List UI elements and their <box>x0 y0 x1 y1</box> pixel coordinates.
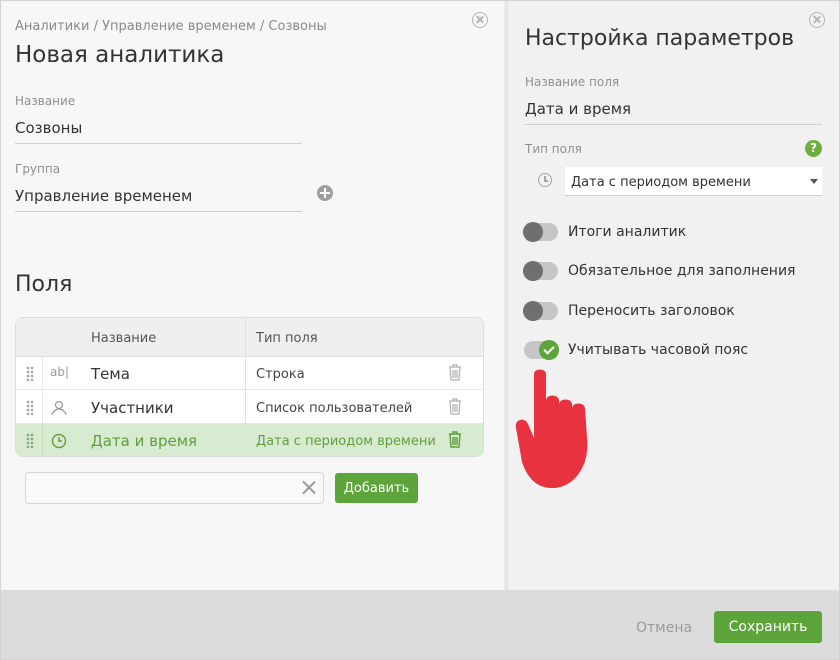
drag-handle-icon[interactable] <box>26 400 34 415</box>
drag-handle-icon[interactable] <box>26 433 34 448</box>
table-row-selected[interactable]: Дата и время Дата с периодом времени <box>16 424 483 456</box>
chevron-down-icon <box>810 179 818 184</box>
row-type: Строка <box>256 367 305 382</box>
toggle-label-required: Обязательное для заполнения <box>568 263 796 279</box>
new-field-input[interactable] <box>25 472 324 504</box>
group-field[interactable]: Управление временем <box>15 187 302 212</box>
field-type-select[interactable]: Дата с периодом времени <box>565 167 822 196</box>
help-icon[interactable]: ? <box>805 140 822 157</box>
clock-icon <box>538 173 552 187</box>
row-divider <box>42 424 43 456</box>
row-type: Список пользователей <box>256 401 413 416</box>
toggle-required[interactable] <box>523 261 558 281</box>
row-divider <box>42 357 43 390</box>
user-icon <box>51 400 67 416</box>
toggle-label-timezone: Учитывать часовой пояс <box>568 342 749 358</box>
toggle-wrap-header[interactable] <box>523 301 558 321</box>
trash-icon[interactable] <box>448 431 462 448</box>
settings-title: Настройка параметров <box>525 26 795 51</box>
save-button[interactable]: Сохранить <box>714 611 822 643</box>
cancel-button[interactable]: Отмена <box>636 620 692 636</box>
name-field[interactable]: Созвоны <box>15 119 302 144</box>
close-right-icon[interactable] <box>809 12 825 28</box>
clear-input-icon[interactable] <box>302 480 316 494</box>
row-divider <box>42 391 43 424</box>
toggle-timezone[interactable] <box>524 340 559 360</box>
trash-icon[interactable] <box>448 364 462 381</box>
settings-panel <box>508 1 839 590</box>
table-header: Название Тип поля <box>16 318 483 357</box>
fields-title: Поля <box>15 272 73 297</box>
row-name: Дата и время <box>91 432 198 450</box>
toggle-analytics-totals[interactable] <box>523 222 558 242</box>
column-header-type: Тип поля <box>256 331 318 346</box>
add-field-button[interactable]: Добавить <box>335 473 418 503</box>
breadcrumb[interactable]: Аналитики / Управление временем / Созвон… <box>15 19 327 34</box>
toggle-label-wrap: Переносить заголовок <box>568 303 735 319</box>
field-type-selected: Дата с периодом времени <box>571 175 751 190</box>
clock-icon <box>51 433 67 449</box>
table-row[interactable]: Участники Список пользователей <box>16 391 483 424</box>
row-name: Участники <box>91 399 174 417</box>
text-ab-icon: ab| <box>50 365 70 379</box>
toggle-label-totals: Итоги аналитик <box>568 224 687 240</box>
row-name: Тема <box>91 365 130 383</box>
close-left-icon[interactable] <box>472 12 488 28</box>
pointing-hand-icon <box>515 369 588 488</box>
field-type-label: Тип поля <box>525 142 582 156</box>
field-name-input[interactable]: Дата и время <box>525 100 822 125</box>
row-type: Дата с периодом времени <box>256 434 436 449</box>
column-divider <box>245 318 246 456</box>
column-header-name: Название <box>91 331 157 346</box>
page-title: Новая аналитика <box>15 42 225 68</box>
group-label: Группа <box>15 162 61 176</box>
field-name-label: Название поля <box>525 75 620 89</box>
drag-handle-icon[interactable] <box>26 366 34 381</box>
name-label: Название <box>15 94 76 108</box>
add-group-icon[interactable] <box>317 185 333 201</box>
trash-icon[interactable] <box>448 398 462 415</box>
table-row[interactable]: ab| Тема Строка <box>16 357 483 390</box>
fields-table: Название Тип поля ab| Тема Строка Участн… <box>15 317 484 457</box>
